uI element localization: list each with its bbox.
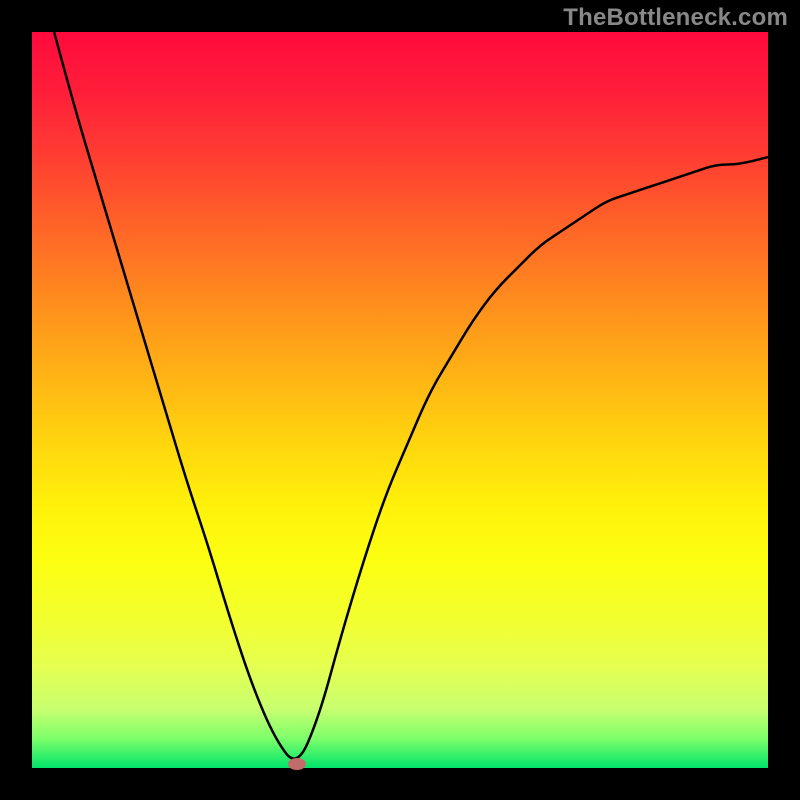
curve-path [54, 32, 768, 759]
minimum-marker [288, 758, 306, 770]
plot-area [32, 32, 768, 768]
bottleneck-curve [32, 32, 768, 768]
chart-frame: TheBottleneck.com [0, 0, 800, 800]
watermark-text: TheBottleneck.com [563, 4, 788, 32]
